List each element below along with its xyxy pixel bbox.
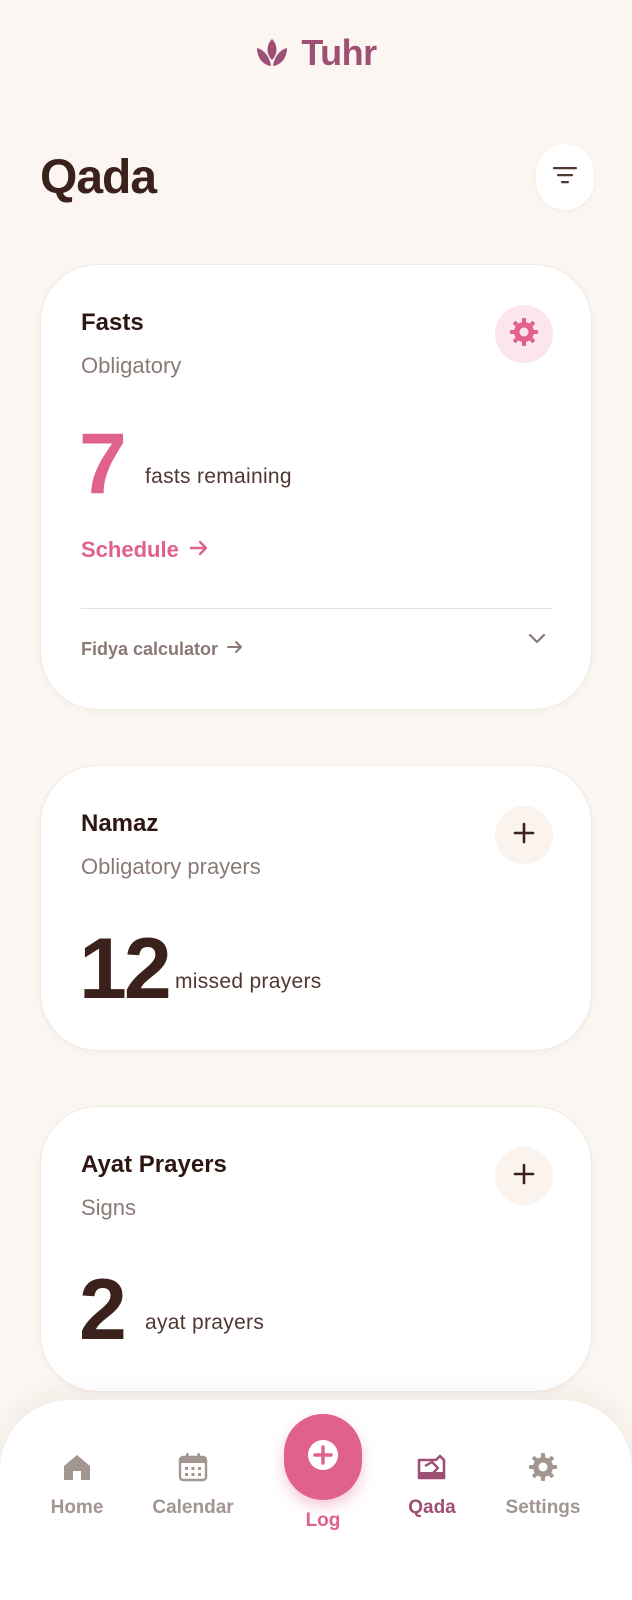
calendar-icon <box>178 1452 208 1487</box>
nav-item-qada[interactable]: Qada <box>377 1452 487 1519</box>
qada-icon <box>416 1452 448 1487</box>
card-title: Ayat Prayers <box>81 1151 227 1178</box>
filter-icon <box>552 164 578 191</box>
gear-icon <box>528 1452 558 1487</box>
log-button[interactable] <box>284 1414 362 1500</box>
nav-item-home[interactable]: Home <box>22 1452 132 1519</box>
nav-label: Home <box>50 1497 104 1518</box>
card-subtitle: Signs <box>81 1195 137 1220</box>
card-title: Fasts <box>81 309 144 336</box>
card-title: Namaz <box>81 810 159 837</box>
page-title: Qada <box>40 151 157 204</box>
namaz-card[interactable]: Namaz Obligatory prayers 12 missed praye… <box>40 765 592 1051</box>
bottom-nav: Home Calendar Log Qada Settings <box>0 1400 632 1600</box>
plus-icon <box>512 1162 536 1191</box>
nav-label: Calendar <box>152 1497 234 1518</box>
fasts-remaining-count: 7 <box>79 416 127 512</box>
missed-prayers-count: 12 <box>79 921 172 1017</box>
plus-circle-icon <box>306 1438 340 1477</box>
lotus-icon <box>255 36 289 70</box>
ayat-prayers-card[interactable]: Ayat Prayers Signs 2 ayat prayers <box>40 1106 592 1392</box>
missed-prayers-label: missed prayers <box>175 970 322 993</box>
ayat-prayers-count: 2 <box>79 1262 127 1358</box>
schedule-link[interactable]: Schedule <box>81 537 209 563</box>
fasts-remaining-label: fasts remaining <box>145 465 292 488</box>
fidya-calculator-label: Fidya calculator <box>81 639 219 659</box>
fidya-calculator-link[interactable]: Fidya calculator <box>81 639 244 660</box>
fasts-card[interactable]: Fasts Obligatory 7 fasts remaining Sched… <box>40 264 592 710</box>
chevron-down-icon[interactable] <box>527 631 547 650</box>
app-title: Tuhr <box>301 32 377 73</box>
arrow-right-icon <box>189 537 209 563</box>
home-icon <box>62 1452 92 1487</box>
add-ayat-prayer-button[interactable] <box>495 1147 553 1205</box>
arrow-right-icon <box>226 639 244 660</box>
app-header: Tuhr <box>0 30 632 76</box>
add-namaz-button[interactable] <box>495 806 553 864</box>
nav-item-calendar[interactable]: Calendar <box>138 1452 248 1519</box>
divider <box>81 608 553 609</box>
fasts-settings-button[interactable] <box>495 305 553 363</box>
nav-label: Qada <box>408 1497 456 1518</box>
filter-button[interactable] <box>536 144 594 210</box>
card-subtitle: Obligatory <box>81 353 182 378</box>
nav-item-log-label[interactable]: Log <box>284 1510 362 1532</box>
nav-label: Settings <box>505 1497 581 1518</box>
nav-item-settings[interactable]: Settings <box>488 1452 598 1519</box>
card-subtitle: Obligatory prayers <box>81 854 261 879</box>
gear-icon <box>509 317 539 352</box>
ayat-prayers-label: ayat prayers <box>145 1311 265 1334</box>
schedule-label: Schedule <box>81 537 179 562</box>
plus-icon <box>512 821 536 850</box>
